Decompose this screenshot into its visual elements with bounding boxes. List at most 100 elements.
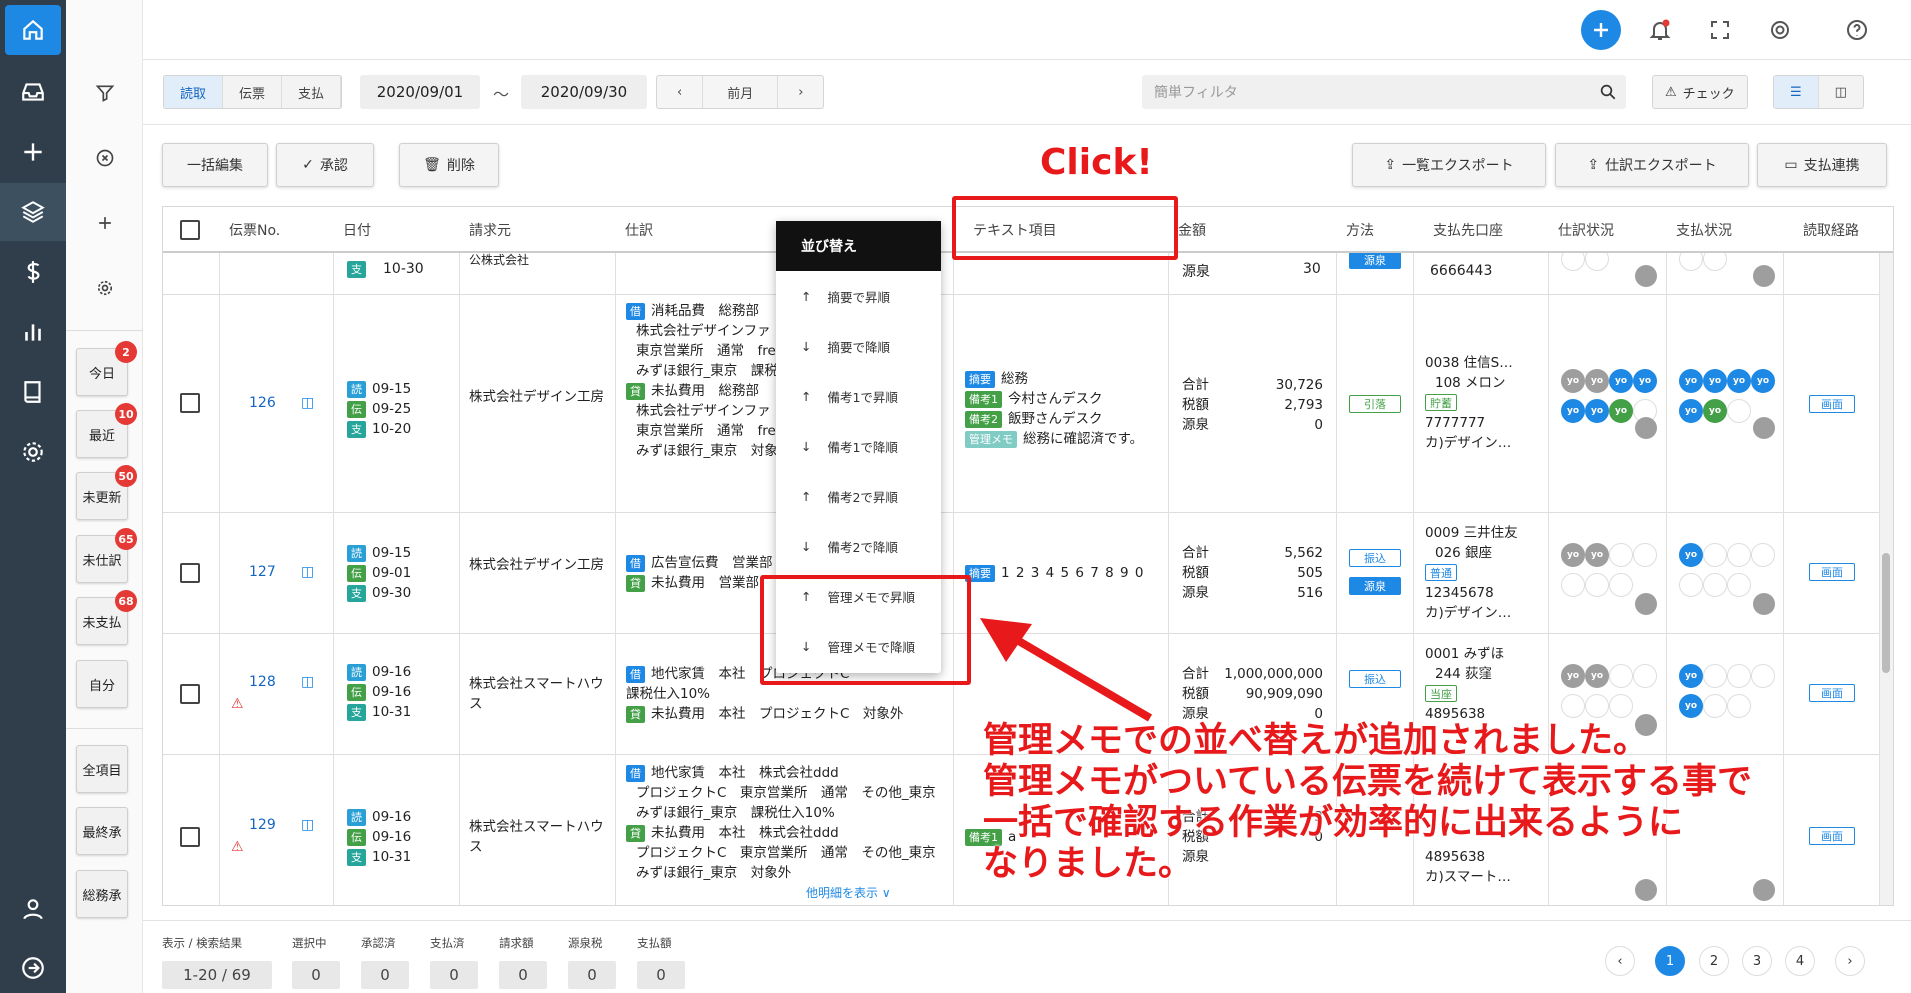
sort-option-note2-desc[interactable]: ↓ 備考2で降順: [776, 521, 941, 571]
table-scrollbar[interactable]: [1879, 253, 1893, 905]
settings-icon[interactable]: [5, 428, 61, 476]
pagination-page[interactable]: 2: [1699, 946, 1729, 976]
home-icon[interactable]: [5, 5, 61, 55]
slip-number-link[interactable]: 126: [249, 395, 276, 411]
table-row[interactable]: 126 ◫ 読 09-15 伝 09-25 支 10-20 株式会社デザイン工房 借消…: [163, 295, 1893, 513]
col-method[interactable]: 方法: [1336, 207, 1374, 253]
open-detail-icon[interactable]: ◫: [301, 674, 314, 690]
payment-link-button[interactable]: ▭ 支払連携: [1757, 143, 1887, 187]
bar-chart-icon[interactable]: [5, 308, 61, 356]
row-checkbox[interactable]: [180, 827, 200, 847]
col-date[interactable]: 日付: [333, 207, 371, 253]
open-detail-icon[interactable]: ◫: [301, 817, 314, 833]
slip-number-link[interactable]: 127: [249, 564, 276, 580]
sort-option-note2-asc[interactable]: ↑ 備考2で昇順: [776, 471, 941, 521]
logout-icon[interactable]: [5, 944, 61, 992]
quick-filter-unjournaled[interactable]: 未仕訳 65: [76, 528, 137, 583]
open-detail-icon[interactable]: ◫: [301, 395, 314, 411]
gear-icon[interactable]: [88, 271, 122, 305]
journal-export-button[interactable]: ⇪ 仕訳エクスポート: [1555, 143, 1749, 187]
pagination-page[interactable]: 3: [1742, 946, 1772, 976]
quick-filter-mine[interactable]: 自分: [76, 660, 128, 708]
open-detail-icon[interactable]: ◫: [301, 564, 314, 580]
quick-filter-final-approval[interactable]: 最終承: [76, 807, 128, 855]
col-journal[interactable]: 仕訳: [615, 207, 653, 253]
help-icon[interactable]: [1837, 10, 1877, 50]
read-route-badge[interactable]: 画面: [1809, 684, 1855, 702]
fullscreen-icon[interactable]: [1700, 10, 1740, 50]
inbox-icon[interactable]: [5, 68, 61, 116]
slip-number-link[interactable]: 129: [249, 817, 276, 833]
read-route-badge[interactable]: 画面: [1809, 827, 1855, 845]
support-icon[interactable]: [1760, 10, 1800, 50]
date-from-field[interactable]: 2020/09/01: [360, 75, 480, 109]
show-more-link[interactable]: 他明細を表示 ∨: [626, 883, 946, 903]
journal-line: 広告宣伝費 営業部: [651, 555, 773, 571]
row-checkbox[interactable]: [180, 563, 200, 583]
approver-avatar: yo: [1679, 543, 1703, 567]
col-payment-status[interactable]: 支払状況: [1666, 207, 1732, 253]
sort-option-note1-asc[interactable]: ↑ 備考1で昇順: [776, 371, 941, 421]
slip-number-link[interactable]: 128: [249, 674, 276, 690]
user-icon[interactable]: [5, 885, 61, 933]
bell-icon[interactable]: [1640, 10, 1680, 50]
col-slip-no[interactable]: 伝票No.: [219, 207, 280, 253]
book-icon[interactable]: [5, 368, 61, 416]
filter-icon[interactable]: [88, 76, 122, 110]
date-range-tilde: ～: [493, 85, 510, 104]
approve-button[interactable]: ✓ 承認: [276, 143, 374, 187]
bulk-edit-button[interactable]: 一括編集: [162, 143, 268, 187]
pagination-page[interactable]: 4: [1785, 946, 1815, 976]
prev-chevron-icon[interactable]: ‹: [657, 76, 704, 108]
search-icon[interactable]: [1599, 83, 1617, 105]
quick-filter-not-updated[interactable]: 未更新 50: [76, 465, 137, 520]
date-to-field[interactable]: 2020/09/30: [521, 75, 647, 109]
scrollbar-thumb[interactable]: [1882, 553, 1890, 673]
bank-line: カ)デザイン…: [1425, 435, 1512, 451]
create-plus-icon[interactable]: [1581, 10, 1621, 50]
pagination-next[interactable]: ›: [1835, 946, 1865, 976]
amount-values: 30,726 2,793 0: [1276, 375, 1323, 435]
list-export-button[interactable]: ⇪ 一覧エクスポート: [1352, 143, 1546, 187]
quick-search-input[interactable]: 簡単フィルタ: [1142, 75, 1626, 109]
dollar-icon[interactable]: [5, 248, 61, 296]
col-bank-account[interactable]: 支払先口座: [1423, 207, 1503, 253]
delete-button[interactable]: 🗑 削除: [399, 143, 499, 187]
col-read-route[interactable]: 読取経路: [1793, 207, 1859, 253]
export-icon: ⇪: [1587, 157, 1600, 173]
add-icon[interactable]: [5, 128, 61, 176]
tab-payment[interactable]: 支払: [282, 76, 342, 108]
clear-filter-icon[interactable]: [88, 141, 122, 175]
row-checkbox[interactable]: [180, 684, 200, 704]
list-view-icon[interactable]: ☰: [1774, 76, 1819, 108]
check-button[interactable]: ⚠ チェック: [1652, 75, 1748, 109]
quick-filter-recent[interactable]: 最近 10: [76, 403, 137, 458]
split-view-icon[interactable]: ◫: [1819, 76, 1863, 108]
date-tag: 読: [347, 809, 366, 826]
journal-line: 未払費用 営業部: [651, 575, 759, 591]
tab-read[interactable]: 読取: [164, 76, 224, 108]
pagination-page[interactable]: 1: [1655, 946, 1685, 976]
add-filter-icon[interactable]: [88, 206, 122, 240]
select-all-checkbox[interactable]: [180, 220, 200, 240]
quick-filter-all-items[interactable]: 全項目: [76, 745, 128, 793]
prev-month-button[interactable]: 前月: [703, 76, 779, 108]
quick-filter-today[interactable]: 今日 2: [76, 341, 137, 396]
tab-slip[interactable]: 伝票: [223, 76, 283, 108]
col-journal-status[interactable]: 仕訳状況: [1548, 207, 1614, 253]
pagination-prev[interactable]: ‹: [1605, 946, 1635, 976]
sort-option-label: 備考1で降順: [827, 439, 898, 455]
next-chevron-icon[interactable]: ›: [778, 76, 823, 108]
read-route-badge[interactable]: 画面: [1809, 563, 1855, 581]
col-vendor[interactable]: 請求元: [459, 207, 511, 253]
quick-filter-admin-approval[interactable]: 総務承: [76, 870, 128, 918]
footer-label: 表示 / 検索結果: [162, 936, 243, 950]
read-route-badge[interactable]: 画面: [1809, 395, 1855, 413]
sort-option-summary-desc[interactable]: ↓ 摘要で降順: [776, 321, 941, 371]
row-checkbox[interactable]: [180, 393, 200, 413]
quick-filter-unpaid[interactable]: 未支払 68: [76, 590, 137, 645]
layers-icon[interactable]: [0, 183, 66, 241]
sort-option-summary-asc[interactable]: ↑ 摘要で昇順: [776, 271, 941, 321]
warning-icon: ⚠: [231, 696, 244, 712]
sort-option-note1-desc[interactable]: ↓ 備考1で降順: [776, 421, 941, 471]
